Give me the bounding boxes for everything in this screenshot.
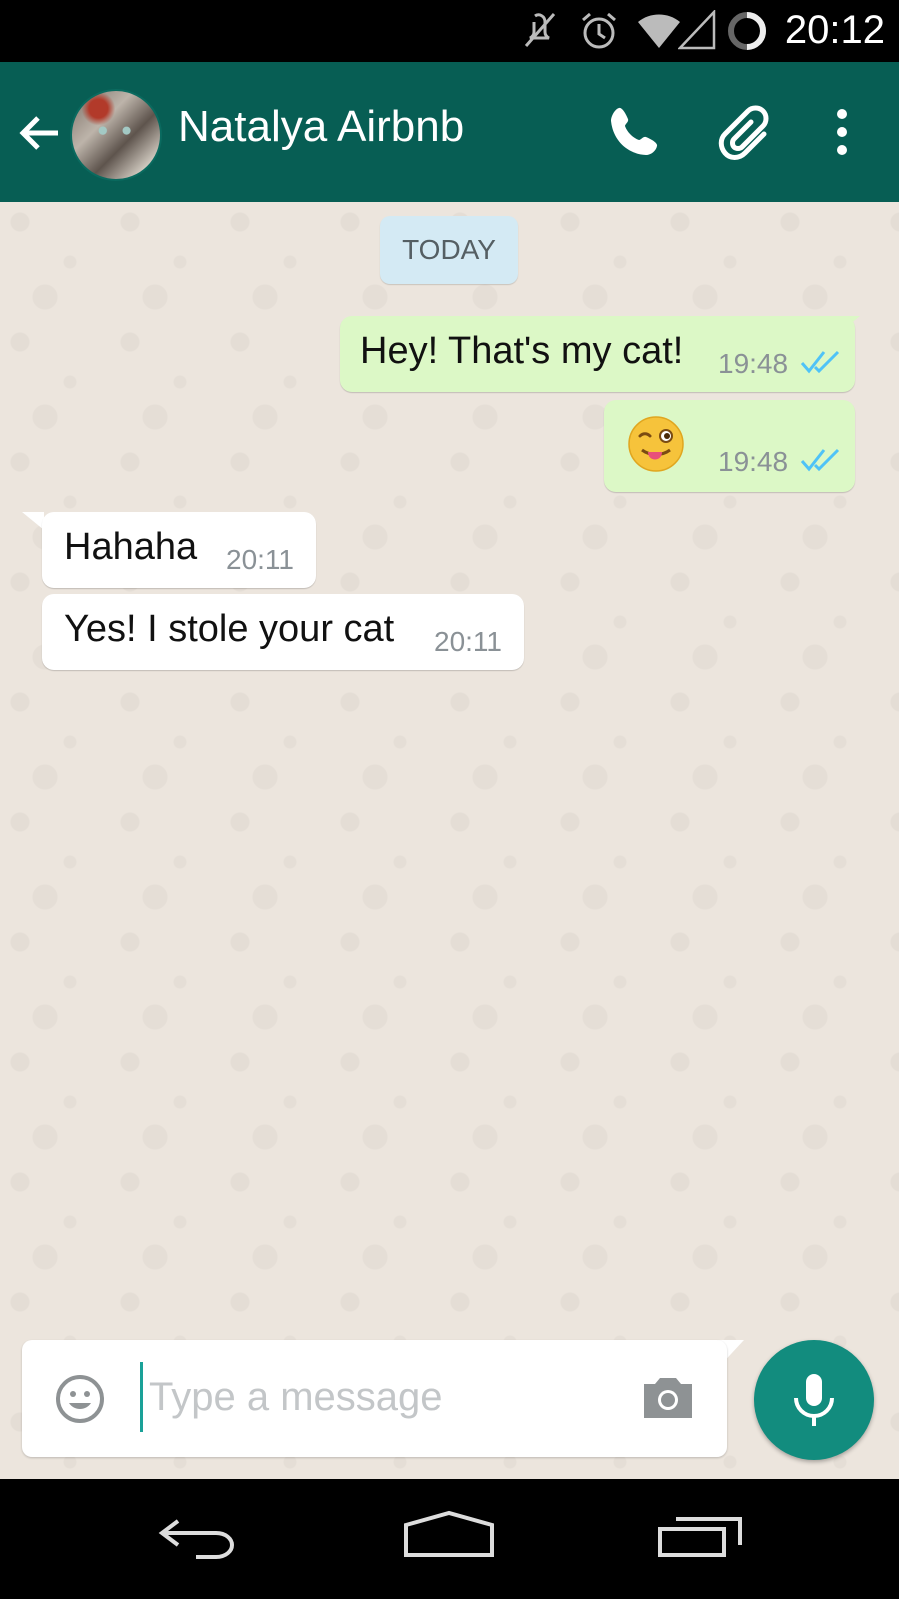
phone-screen: 20:12 Natalya Airbnb TODAY Hey! That's m… [0, 0, 899, 1599]
status-bar: 20:12 [0, 0, 899, 62]
back-arrow-icon [19, 116, 58, 150]
phone-icon [611, 107, 658, 155]
winking-tongue-emoji-icon [626, 414, 686, 479]
signal-icon [677, 8, 716, 55]
nav-home-icon [404, 1510, 494, 1557]
message-time: 19:48 [718, 446, 789, 477]
message-bubble-outgoing[interactable]: 19:48 [604, 400, 855, 492]
emoji-icon [56, 1375, 104, 1423]
alarm-icon [578, 10, 620, 57]
nav-recents-button[interactable] [656, 1507, 746, 1572]
nav-home-button[interactable] [402, 1507, 496, 1572]
message-composer [22, 1340, 727, 1457]
paperclip-icon [718, 105, 769, 160]
mic-icon [794, 1374, 834, 1426]
system-nav-bar [0, 1479, 899, 1599]
message-text: Hey! That's my cat! [360, 330, 684, 372]
message-text: Yes! I stole your cat [64, 608, 395, 650]
camera-button[interactable] [640, 1370, 696, 1426]
nav-back-button[interactable] [156, 1507, 242, 1572]
more-options-button[interactable] [822, 102, 862, 162]
message-bubble-outgoing[interactable]: Hey! That's my cat! 19:48 [340, 316, 855, 392]
loading-icon [726, 10, 768, 57]
attach-button[interactable] [712, 100, 776, 164]
bubble-tail [22, 512, 44, 530]
read-ticks-icon [800, 348, 842, 381]
chat-area[interactable]: TODAY Hey! That's my cat! 19:48 19:48 Ha… [0, 202, 899, 1479]
message-bubble-incoming[interactable]: Hahaha 20:11 [42, 512, 316, 588]
call-button[interactable] [605, 102, 665, 162]
nav-recents-icon [658, 1517, 742, 1557]
message-bubble-incoming[interactable]: Yes! I stole your cat 20:11 [42, 594, 524, 670]
avatar[interactable] [70, 89, 162, 181]
mute-icon [520, 10, 560, 55]
voice-message-button[interactable] [754, 1340, 874, 1460]
chat-header: Natalya Airbnb [0, 62, 899, 202]
message-text: Hahaha [64, 526, 198, 568]
message-time: 19:48 [718, 348, 789, 379]
contact-name[interactable]: Natalya Airbnb [178, 102, 464, 152]
date-divider: TODAY [380, 216, 518, 284]
message-time: 20:11 [434, 626, 502, 657]
nav-back-icon [158, 1519, 235, 1559]
message-input[interactable] [140, 1362, 619, 1432]
more-vert-icon [837, 109, 847, 155]
back-button[interactable] [14, 108, 64, 158]
message-time: 20:11 [226, 544, 294, 575]
emoji-button[interactable] [54, 1373, 106, 1425]
wifi-icon [636, 10, 682, 55]
camera-icon [644, 1378, 692, 1418]
status-time: 20:12 [784, 8, 885, 52]
read-ticks-icon [800, 446, 842, 479]
